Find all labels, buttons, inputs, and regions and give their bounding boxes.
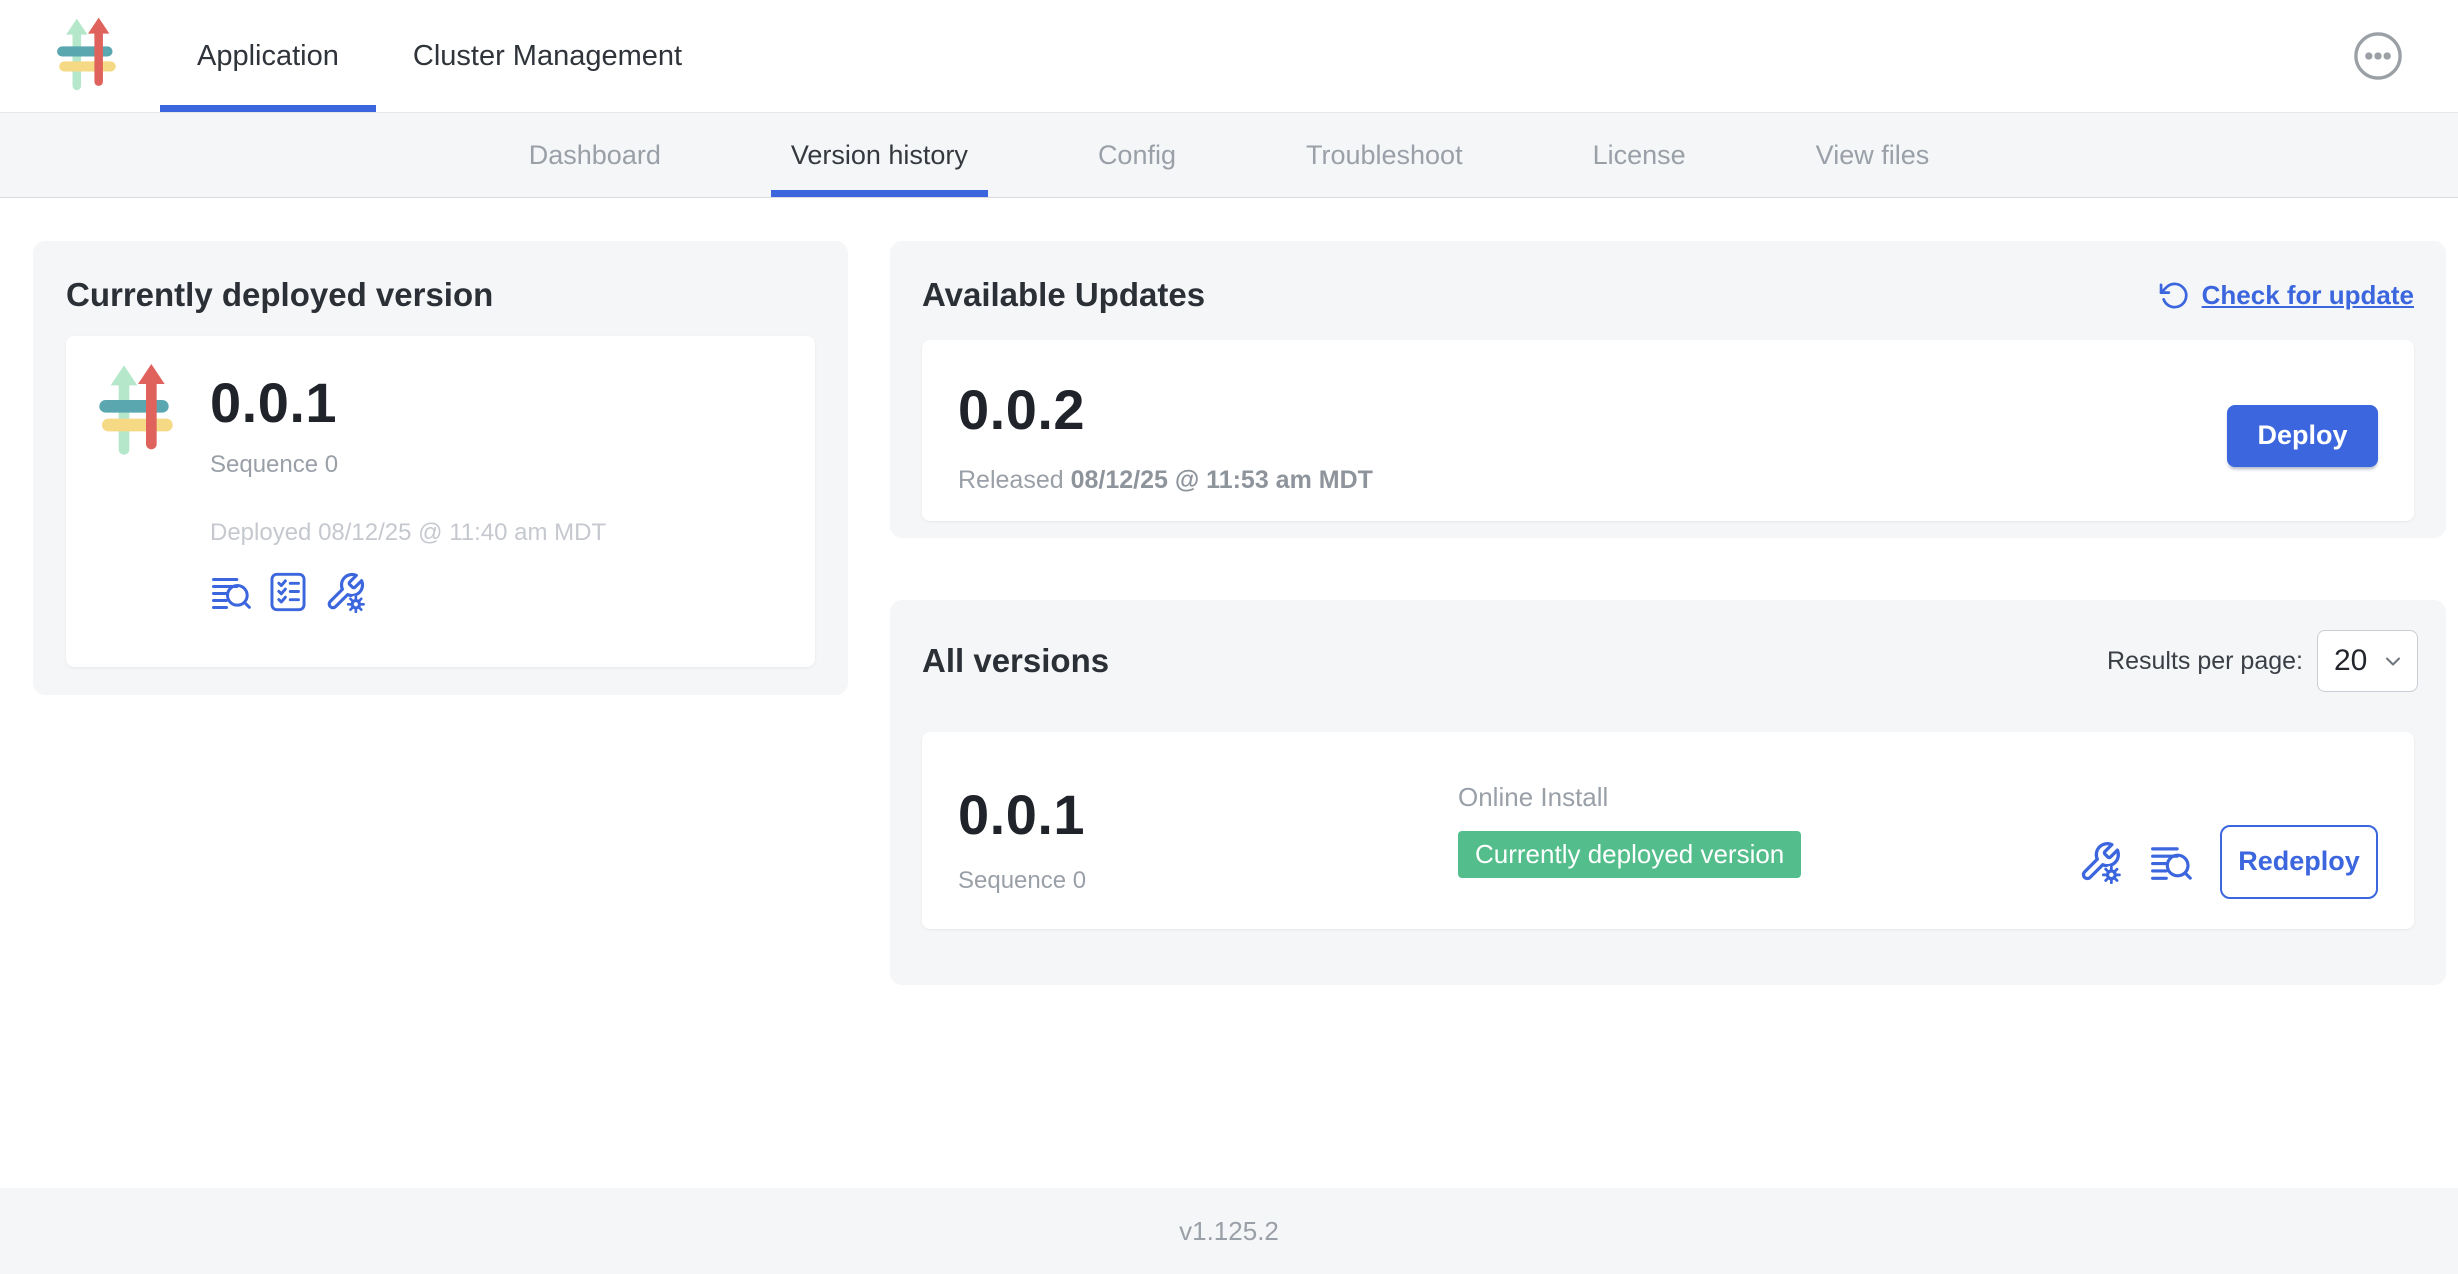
tab-cluster-management[interactable]: Cluster Management	[376, 0, 719, 112]
console-version: v1.125.2	[1179, 1216, 1279, 1247]
check-for-update-link[interactable]: Check for update	[2159, 280, 2414, 311]
currently-deployed-badge: Currently deployed version	[1458, 831, 1801, 878]
update-version-number: 0.0.2	[958, 377, 1373, 442]
all-versions-title: All versions	[922, 642, 1109, 680]
top-tab-bar: Application Cluster Management	[160, 0, 719, 112]
refresh-icon	[2159, 280, 2190, 311]
install-type-label: Online Install	[1458, 782, 1801, 813]
redeploy-button[interactable]: Redeploy	[2220, 825, 2378, 899]
subnav-config[interactable]: Config	[1078, 113, 1196, 197]
currently-deployed-card: Currently deployed version 0.0.1 Sequenc…	[33, 241, 848, 695]
view-diff-icon[interactable]	[2148, 841, 2194, 883]
top-nav: Application Cluster Management	[0, 0, 2458, 113]
deploy-button[interactable]: Deploy	[2227, 405, 2378, 467]
deployed-version-number: 0.0.1	[210, 370, 606, 435]
subnav-troubleshoot[interactable]: Troubleshoot	[1286, 113, 1483, 197]
tab-application[interactable]: Application	[160, 0, 376, 112]
all-versions-card: All versions Results per page: 20 0.0.1 …	[890, 600, 2446, 985]
edit-config-icon[interactable]	[2078, 840, 2122, 884]
update-released-timestamp: Released 08/12/25 @ 11:53 am MDT	[958, 466, 1373, 495]
preflight-checks-icon[interactable]	[270, 572, 306, 612]
chevron-down-icon	[2381, 649, 2405, 673]
results-per-page-select[interactable]: 20	[2317, 630, 2418, 692]
footer: v1.125.2	[0, 1188, 2458, 1274]
app-logo-icon	[56, 17, 120, 95]
subnav-view-files[interactable]: View files	[1796, 113, 1950, 197]
view-diff-icon[interactable]	[210, 572, 252, 612]
deployed-timestamp: Deployed 08/12/25 @ 11:40 am MDT	[210, 519, 606, 547]
deployed-version-panel: 0.0.1 Sequence 0 Deployed 08/12/25 @ 11:…	[66, 336, 815, 667]
row-sequence: Sequence 0	[958, 867, 1458, 895]
deployed-sequence: Sequence 0	[210, 451, 606, 479]
deployed-card-title: Currently deployed version	[66, 276, 815, 314]
available-updates-title: Available Updates	[922, 276, 1205, 314]
subnav-version-history[interactable]: Version history	[771, 113, 988, 197]
available-updates-card: Available Updates Check for update 0.0.2…	[890, 241, 2446, 538]
subnav-license[interactable]: License	[1573, 113, 1706, 197]
edit-config-icon[interactable]	[324, 571, 366, 613]
version-row: 0.0.1 Sequence 0 Online Install Currentl…	[922, 732, 2414, 929]
ellipsis-circle-icon[interactable]	[2353, 31, 2403, 81]
app-logo-icon	[96, 364, 180, 460]
main-content: Currently deployed version 0.0.1 Sequenc…	[0, 198, 2458, 1188]
app-sub-nav: Dashboard Version history Config Trouble…	[0, 113, 2458, 198]
row-version-number: 0.0.1	[958, 782, 1458, 847]
results-per-page-label: Results per page:	[2107, 647, 2303, 676]
check-for-update-label: Check for update	[2202, 280, 2414, 311]
subnav-dashboard[interactable]: Dashboard	[509, 113, 681, 197]
update-row: 0.0.2 Released 08/12/25 @ 11:53 am MDT D…	[922, 340, 2414, 521]
